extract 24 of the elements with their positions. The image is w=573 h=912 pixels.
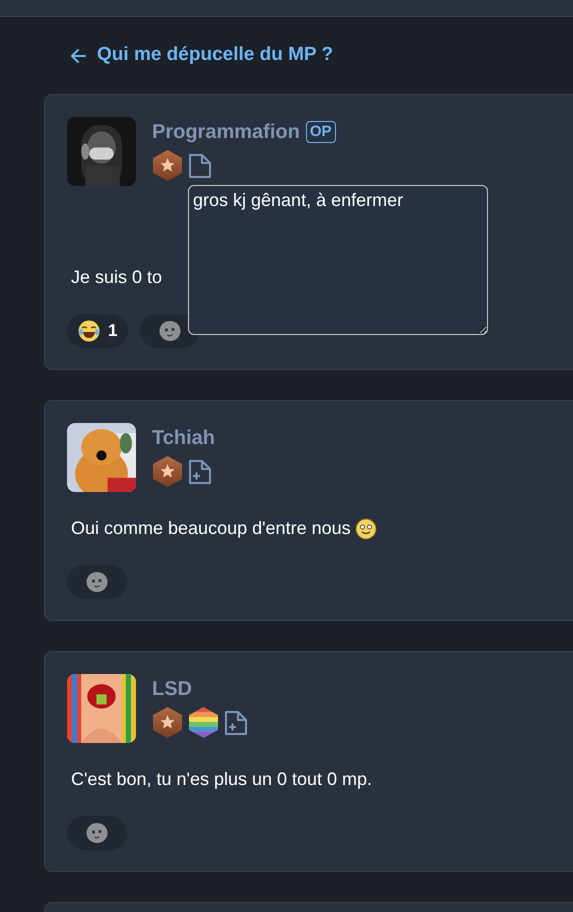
author-name[interactable]: LSD [152,674,192,704]
post-text: Je suis 0 to [71,266,162,289]
add-reaction-icon [86,822,108,844]
input-field[interactable]: gros kj gênant, à enfermer [188,185,488,335]
document-plus-icon [188,458,212,484]
star-badge-icon [152,706,183,739]
star-badge-icon [152,455,183,488]
document-plus-icon [224,710,248,736]
star-badge-icon [152,149,183,182]
author-name[interactable]: Tchiah [152,423,215,453]
op-badge: OP [306,121,336,143]
post-text: C'est bon, tu n'es plus un 0 tout 0 mp. [71,768,372,791]
author-name[interactable]: Programmafion [152,117,300,147]
reaction-button[interactable]: 1 [67,314,128,348]
document-icon [188,152,212,178]
back-arrow-icon[interactable] [69,48,87,64]
add-reaction-button[interactable] [67,816,127,850]
add-reaction-button[interactable] [67,565,127,599]
laughing-emoji-icon [78,320,100,342]
rainbow-badge-icon [188,706,219,739]
add-reaction-icon [86,571,108,593]
thread-title[interactable]: Qui me dépucelle du MP ? [97,41,334,70]
add-reaction-icon [159,320,182,342]
post-text: Oui comme beaucoup d'entre nous [71,517,351,540]
